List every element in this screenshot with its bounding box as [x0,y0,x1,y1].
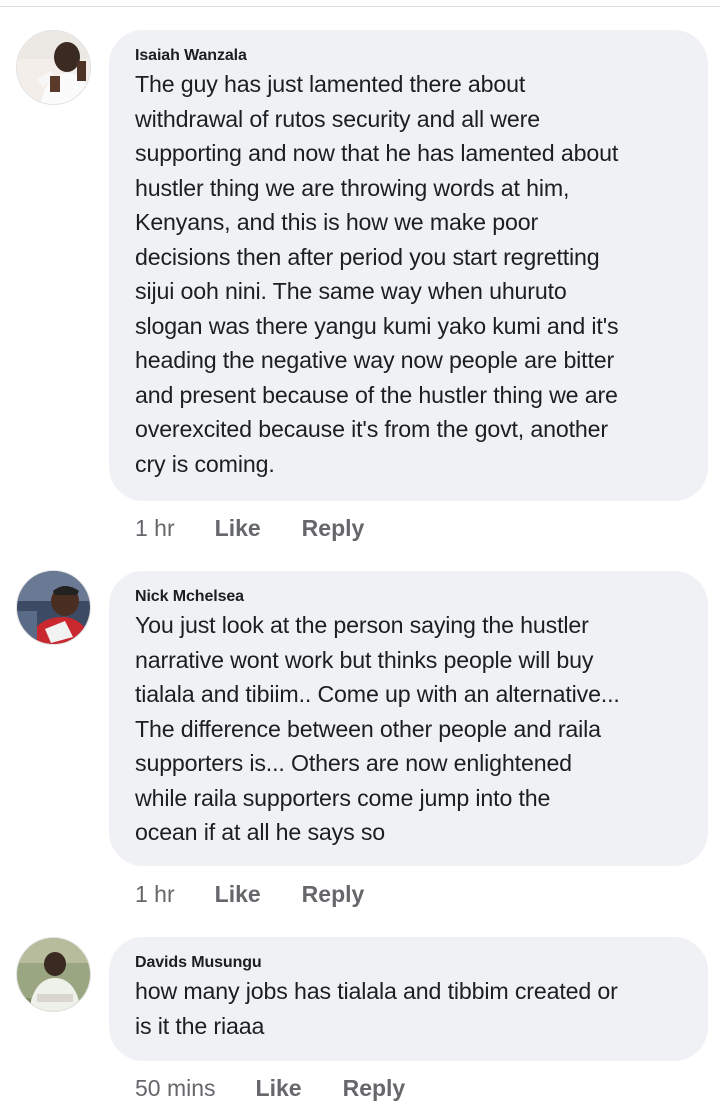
comment-text: how many jobs has tialala and tibbim cre… [135,978,618,1039]
avatar-image [17,571,90,644]
comment-actions: 1 hr Like Reply [135,881,364,908]
comment-author[interactable]: Nick Mchelsea [135,587,688,607]
avatar[interactable] [16,30,91,105]
top-divider [0,0,720,7]
comment-text: You just look at the person saying the h… [135,612,620,845]
avatar-image [17,31,90,104]
like-button[interactable]: Like [256,1075,302,1102]
comment-bubble: Davids Musungu how many jobs has tialala… [109,937,708,1061]
avatar[interactable] [16,937,91,1012]
comment-bubble: Nick Mchelsea You just look at the perso… [109,571,708,866]
reply-button[interactable]: Reply [302,881,365,908]
comment-actions: 1 hr Like Reply [135,515,364,542]
comment-author[interactable]: Davids Musungu [135,953,688,973]
avatar[interactable] [16,570,91,645]
comment-author[interactable]: Isaiah Wanzala [135,46,688,66]
comment-time[interactable]: 1 hr [135,881,175,908]
comment-time[interactable]: 1 hr [135,515,175,542]
comment-actions: 50 mins Like Reply [135,1075,405,1102]
comment-bubble: Isaiah Wanzala The guy has just lamented… [109,30,708,501]
like-button[interactable]: Like [215,881,261,908]
like-button[interactable]: Like [215,515,261,542]
reply-button[interactable]: Reply [343,1075,406,1102]
comment-time[interactable]: 50 mins [135,1075,216,1102]
comment-text: The guy has just lamented there about wi… [135,71,619,477]
avatar-image [17,938,90,1011]
reply-button[interactable]: Reply [302,515,365,542]
